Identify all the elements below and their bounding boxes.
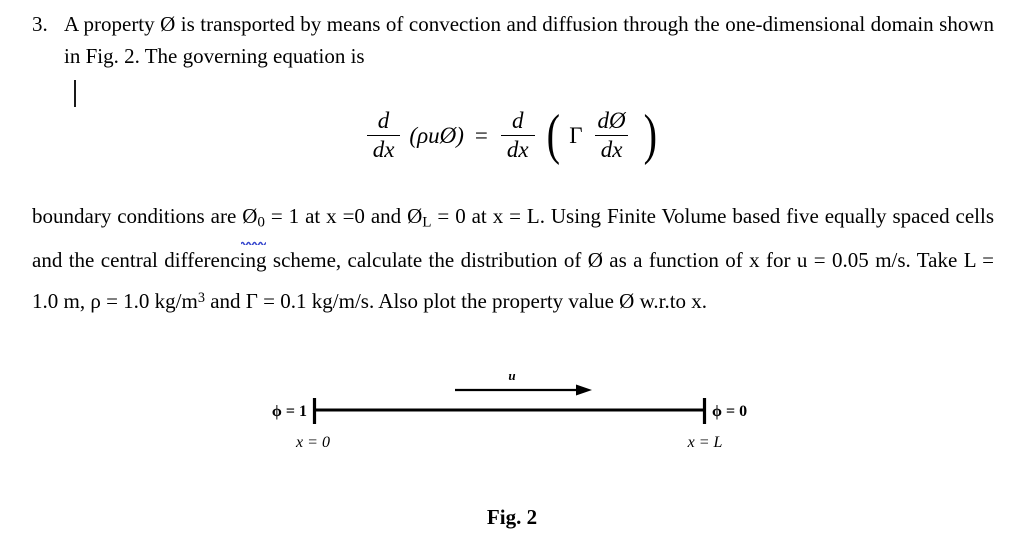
- question-block: 3. A property Ø is transported by means …: [32, 8, 994, 72]
- lhs-operand: (ρuØ): [409, 122, 464, 148]
- domain-figure: u ϕ = 1 ϕ = 0 x = 0 x = L: [0, 360, 1024, 470]
- phi-zero-spellcheck-term: Ø0: [241, 197, 266, 246]
- domain-figure-svg: u ϕ = 1 ϕ = 0 x = 0 x = L: [272, 368, 747, 451]
- rhs-frac-numerator: d: [511, 108, 524, 133]
- question-line-1: A property Ø is transported by means of …: [64, 12, 994, 68]
- rho-units-exponent: 3: [197, 290, 205, 307]
- spellcheck-wavy-underline: [241, 240, 266, 246]
- rhs-inner-numerator: dØ: [597, 108, 626, 133]
- question-number: 3.: [32, 12, 48, 36]
- phi-zero-subscript: 0: [257, 214, 265, 231]
- lhs-derivative-fraction: d dx: [366, 108, 401, 163]
- figure-caption: Fig. 2: [486, 505, 538, 529]
- phi-L-subscript: L: [422, 214, 432, 231]
- phi-zero-symbol: Ø: [242, 204, 258, 228]
- velocity-label: u: [508, 368, 515, 383]
- right-axis-label: x = L: [687, 434, 723, 451]
- velocity-arrow-head: [576, 384, 592, 396]
- rhs-derivative-fraction: d dx: [500, 108, 535, 163]
- left-axis-label: x = 0: [295, 434, 330, 451]
- rhs-inner-fraction: dØ dx: [592, 108, 632, 163]
- bc-text-part-2: = 1 at x =0 and: [264, 204, 408, 228]
- open-paren: (: [546, 103, 560, 166]
- governing-equation: d dx (ρuØ) = d dx ( Γ dØ dx ): [0, 103, 1024, 166]
- boundary-conditions-paragraph: boundary conditions are Ø0 = 1 at x =0 a…: [32, 197, 994, 320]
- phi-L-symbol: Ø: [407, 204, 423, 228]
- rhs-inner-denominator: dx: [594, 134, 629, 163]
- bc-text-part-1: boundary conditions are: [32, 204, 243, 228]
- lhs-frac-denominator: dx: [366, 134, 401, 163]
- text-cursor-caret: [74, 80, 76, 107]
- left-boundary-label: ϕ = 1: [272, 403, 307, 420]
- rhs-frac-denominator: dx: [500, 134, 535, 163]
- bc-text-part-4: and Γ = 0.1 kg/m/s. Also plot the proper…: [204, 289, 708, 314]
- lhs-frac-numerator: d: [377, 108, 390, 133]
- equals-sign: =: [474, 122, 488, 148]
- close-paren: ): [643, 103, 657, 166]
- gamma-symbol: Γ: [569, 122, 583, 148]
- right-boundary-label: ϕ = 0: [712, 403, 747, 420]
